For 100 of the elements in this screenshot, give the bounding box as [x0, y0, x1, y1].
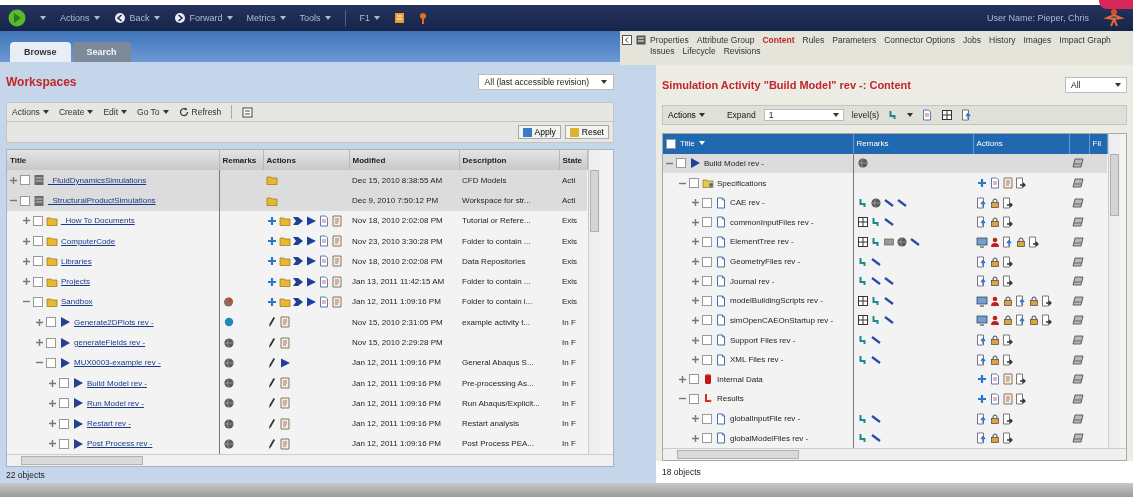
menu-button[interactable]: Edit [103, 107, 128, 117]
column-header[interactable]: Title [663, 134, 853, 154]
page-icon[interactable] [989, 392, 1001, 405]
arrow-icon[interactable] [292, 255, 304, 268]
tab[interactable]: Revisions [723, 46, 761, 56]
table-cell[interactable]: ComputerCode [7, 231, 219, 252]
upload-icon[interactable] [976, 255, 988, 268]
tab[interactable]: Images [1023, 35, 1052, 45]
checkbox[interactable] [702, 197, 712, 208]
menu-button[interactable]: Forward [173, 12, 233, 24]
tab[interactable]: Parameters [832, 35, 877, 45]
row-title[interactable]: globalModelFiles rev - [730, 433, 809, 443]
checkbox[interactable] [702, 354, 712, 365]
checkbox[interactable] [59, 418, 69, 429]
drive-icon[interactable] [1072, 353, 1084, 366]
upload-icon[interactable] [976, 216, 988, 229]
revision-dropdown[interactable]: All (last accessible revision) [477, 74, 614, 90]
row-title[interactable]: Support Files rev - [730, 335, 796, 345]
lock-icon[interactable] [989, 412, 1001, 425]
menu-button[interactable]: Tools [299, 13, 331, 23]
checkbox[interactable] [59, 378, 69, 389]
lock-icon[interactable] [989, 275, 1001, 288]
expand-icon[interactable] [692, 356, 699, 364]
export-icon[interactable] [1002, 275, 1014, 288]
table-cell[interactable]: CAE rev - [663, 192, 853, 213]
page-icon[interactable] [921, 109, 934, 121]
expand-icon[interactable] [692, 316, 699, 324]
drive-icon[interactable] [1072, 235, 1084, 248]
table-cell[interactable]: globalInputFile rev - [663, 408, 853, 429]
row-title[interactable]: ElementTree rev - [730, 237, 794, 247]
upload-icon[interactable] [976, 412, 988, 425]
table-cell[interactable]: GeometryFiles rev - [663, 251, 853, 272]
plus-icon[interactable] [266, 296, 278, 308]
scrollbar[interactable] [587, 150, 600, 454]
export-icon[interactable] [1015, 177, 1027, 190]
arrow-icon[interactable] [292, 235, 304, 248]
checkbox[interactable] [59, 438, 69, 449]
menu-button[interactable]: Actions [668, 110, 705, 120]
table-cell[interactable]: Specifications [663, 173, 853, 193]
table-cell[interactable]: _How To Documents [7, 210, 219, 232]
lock-icon[interactable] [1002, 314, 1014, 327]
arrow-icon[interactable] [292, 214, 304, 227]
export-icon[interactable] [1002, 255, 1014, 268]
table-cell[interactable]: generateFields rev - [7, 332, 219, 353]
collapse-pane-icon[interactable] [622, 35, 632, 45]
upload-icon[interactable] [976, 432, 988, 445]
play-icon[interactable] [305, 214, 317, 227]
checkbox[interactable] [676, 158, 686, 169]
page-icon[interactable] [989, 177, 1001, 190]
expand-icon[interactable] [692, 258, 699, 266]
row-title-link[interactable]: ComputerCode [61, 236, 116, 246]
checkbox[interactable] [33, 215, 43, 226]
tab[interactable]: Jobs [963, 35, 981, 45]
table-cell[interactable]: Libraries [7, 251, 219, 272]
expand-icon[interactable] [692, 238, 699, 246]
export-icon[interactable] [1041, 314, 1053, 327]
play-icon[interactable] [279, 356, 291, 369]
expand-icon[interactable] [23, 278, 30, 286]
export-icon[interactable] [1002, 216, 1014, 229]
table-cell[interactable]: Results [663, 389, 853, 409]
checkbox[interactable] [46, 357, 56, 368]
lock-icon[interactable] [989, 432, 1001, 445]
column-header[interactable]: Actions [263, 150, 349, 171]
grid-icon[interactable] [941, 109, 954, 121]
drive-icon[interactable] [1072, 216, 1084, 229]
page-icon[interactable] [318, 214, 330, 227]
expand-icon[interactable] [692, 415, 699, 423]
row-title[interactable]: Internal Data [717, 374, 763, 384]
checkbox[interactable] [689, 178, 699, 189]
row-title-link[interactable]: Run Model rev - [87, 398, 144, 408]
drive-icon[interactable] [1072, 196, 1084, 209]
drive-icon[interactable] [1072, 334, 1084, 347]
page-icon[interactable] [989, 373, 1001, 386]
column-header[interactable]: Modified [349, 150, 459, 171]
person-icon[interactable] [989, 235, 1001, 248]
export-icon[interactable] [1002, 196, 1014, 209]
expand-icon[interactable] [36, 339, 43, 346]
menu-button[interactable]: Back [113, 12, 160, 24]
table-cell[interactable]: Support Files rev - [663, 330, 853, 350]
menu-button[interactable]: Go To [137, 107, 169, 117]
table-cell[interactable]: simOpenCAEOnStartup rev - [663, 310, 853, 331]
expand-icon[interactable] [692, 277, 699, 285]
row-title-link[interactable]: MUX0003-example rev - [74, 358, 161, 368]
checkbox[interactable] [33, 236, 43, 247]
form-icon[interactable] [331, 214, 343, 227]
lock-icon[interactable] [1002, 294, 1014, 307]
checkbox[interactable] [702, 236, 712, 247]
plus-icon[interactable] [266, 275, 278, 288]
filter-dropdown[interactable]: All [1065, 77, 1127, 93]
play-icon[interactable] [305, 255, 317, 268]
tab[interactable]: Properties [650, 35, 689, 45]
page-icon[interactable] [318, 255, 330, 268]
panel-icon[interactable] [636, 35, 646, 45]
export-icon[interactable] [1028, 235, 1040, 248]
checkbox[interactable] [33, 256, 43, 267]
checkbox[interactable] [20, 195, 30, 206]
expand-icon[interactable] [692, 434, 699, 442]
table-cell[interactable]: Run Model rev - [7, 393, 219, 414]
expand-icon[interactable] [49, 399, 56, 407]
drive-icon[interactable] [1072, 275, 1084, 288]
